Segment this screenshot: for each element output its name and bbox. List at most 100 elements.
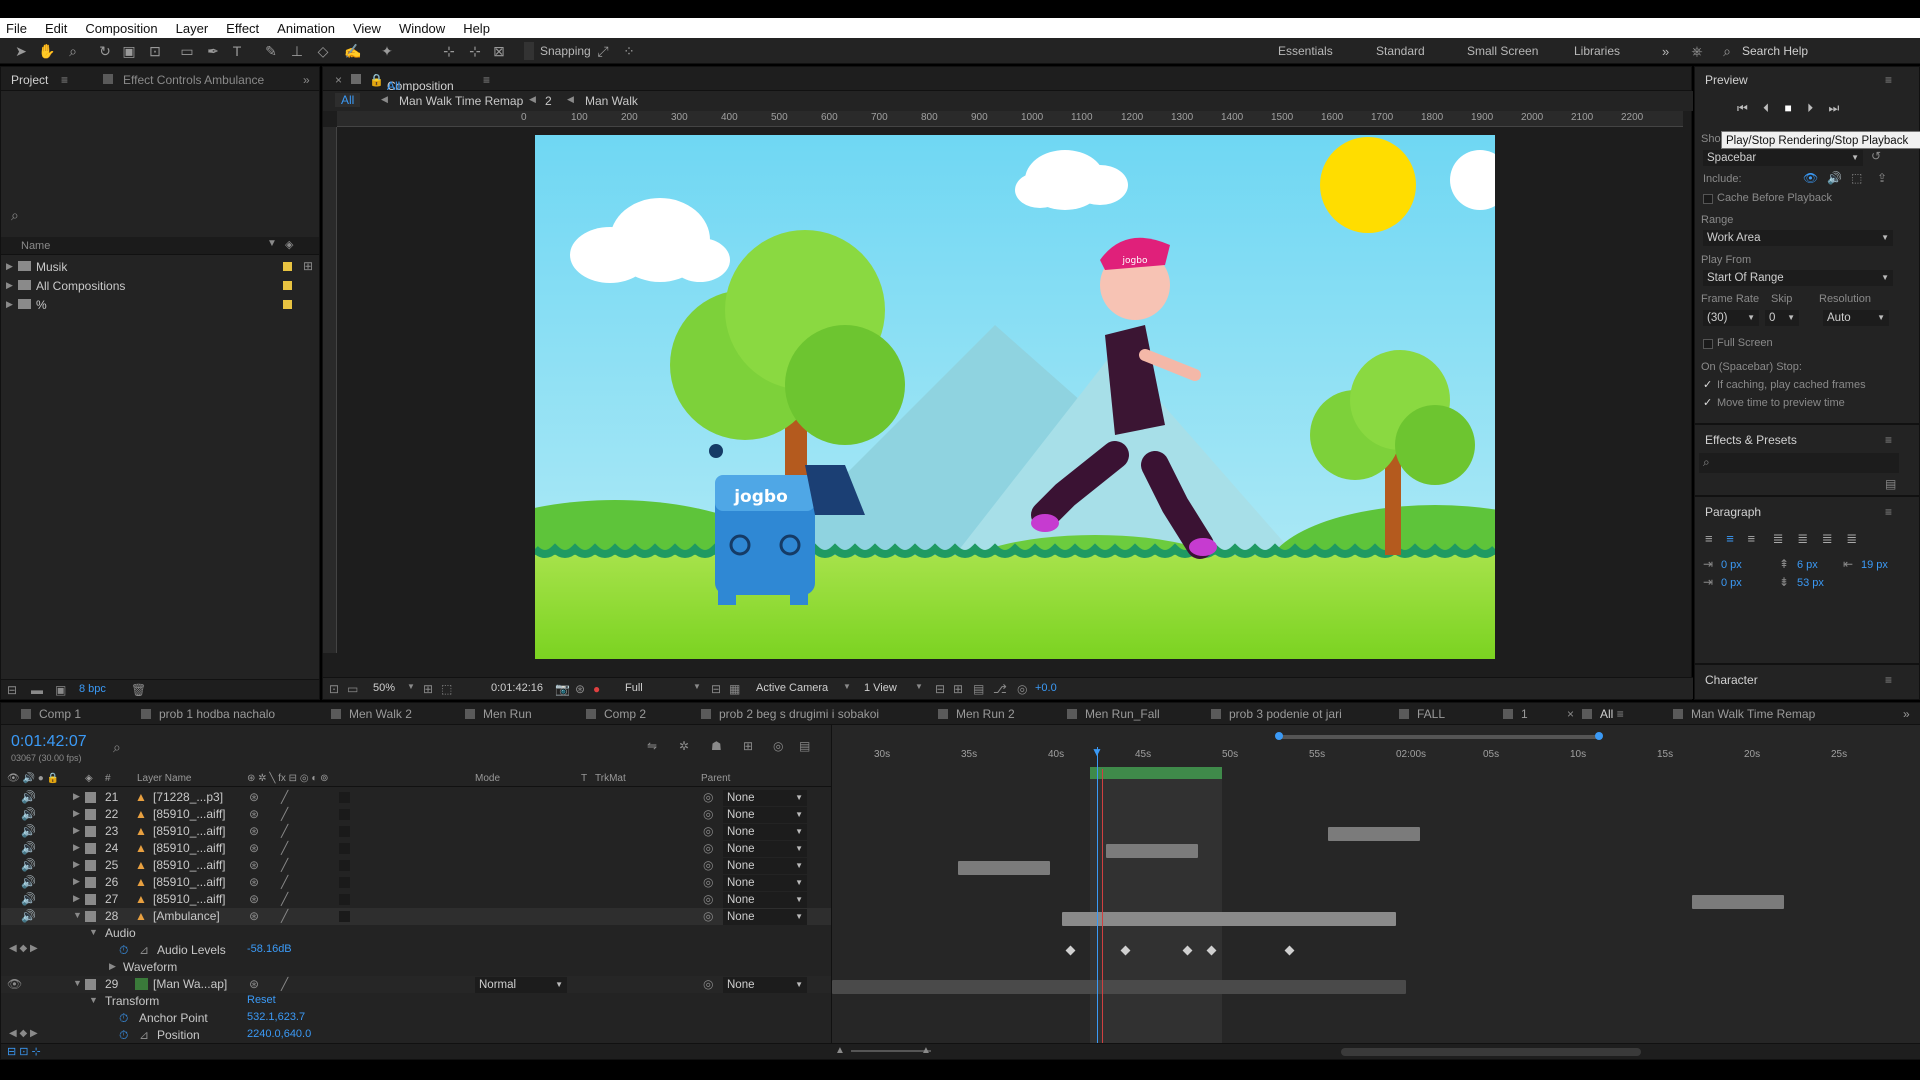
timeline-timecode[interactable]: 0:01:42:07	[11, 733, 87, 751]
type-tool-icon[interactable]: T	[228, 42, 246, 60]
workspace-small-screen[interactable]: Small Screen	[1467, 44, 1538, 58]
range-dropdown[interactable]: Work Area	[1703, 230, 1893, 246]
panel-menu-icon[interactable]: ≡	[1885, 73, 1892, 87]
trash-icon[interactable]: 🗑	[131, 683, 146, 697]
collapse-icon[interactable]: ▼	[89, 995, 98, 1005]
layer-clip-28[interactable]	[1062, 912, 1396, 926]
adjustment-switch[interactable]	[339, 894, 350, 905]
justify-left-icon[interactable]: ≣	[1773, 531, 1784, 546]
quality-switch-icon[interactable]: ╱	[281, 807, 288, 821]
layer-clip-22[interactable]	[1328, 827, 1420, 841]
layer-clip-26[interactable]	[1692, 895, 1784, 909]
collapse-icon[interactable]: ▼	[73, 978, 82, 988]
sort-icon[interactable]: ▼	[267, 238, 277, 249]
effects-search-input[interactable]: ⌕	[1699, 453, 1899, 473]
graph-editor-icon[interactable]: ▤	[799, 739, 810, 753]
menu-help[interactable]: Help	[463, 21, 490, 36]
new-composition-icon[interactable]: ▣	[55, 683, 66, 697]
parent-dropdown[interactable]: None	[723, 841, 807, 857]
axis-view-icon[interactable]: ⊠	[490, 42, 508, 60]
close-tab-icon[interactable]: ×	[335, 73, 342, 87]
view-layout-dropdown[interactable]: 1 View	[864, 682, 897, 694]
parent-dropdown[interactable]: None	[723, 909, 807, 925]
pickwhip-icon[interactable]: ◎	[703, 892, 713, 906]
layer-name[interactable]: [85910_...aiff]	[153, 875, 226, 889]
color-channels-icon[interactable]: ●	[593, 682, 600, 696]
adjustment-switch[interactable]	[339, 809, 350, 820]
audio-toggle-icon[interactable]: 🔊	[21, 807, 36, 821]
expand-icon[interactable]: ▶	[109, 961, 116, 972]
motion-blur-icon[interactable]: ◎	[773, 739, 783, 753]
keyframe-nav-icon[interactable]: ◀ ◆ ▶	[9, 943, 38, 954]
audio-levels-value[interactable]: -58.16dB	[247, 943, 292, 955]
region-of-interest-icon[interactable]: ⬚	[441, 682, 452, 696]
adjustment-switch[interactable]	[339, 826, 350, 837]
collapse-icon[interactable]: ▼	[89, 927, 98, 937]
camera-tool-icon[interactable]: ▣	[120, 42, 138, 60]
justify-right-icon[interactable]: ≣	[1822, 531, 1833, 546]
keyframe-nav-icon[interactable]: ◀ ◆ ▶	[9, 1028, 38, 1039]
menu-window[interactable]: Window	[399, 21, 445, 36]
parent-dropdown[interactable]: None	[723, 977, 807, 993]
label-color-icon[interactable]	[85, 843, 96, 854]
quality-switch-icon[interactable]: ╱	[281, 858, 288, 872]
sync-settings-icon[interactable]: ⎈	[1688, 42, 1706, 60]
stopwatch-icon[interactable]: ⏱	[119, 943, 128, 958]
menu-composition[interactable]: Composition	[85, 21, 157, 36]
pickwhip-icon[interactable]: ◎	[703, 841, 713, 855]
timeline-tab-active[interactable]: × All ≡	[1567, 703, 1624, 725]
keyframe[interactable]	[1284, 945, 1295, 956]
project-search-icon[interactable]: ⌕	[11, 207, 19, 224]
time-ruler[interactable]: 30s 35s 40s 45s 50s 55s 02:00s 05s 10s 15s 20s 25s	[832, 747, 1902, 769]
expand-icon[interactable]: ▶	[73, 825, 80, 836]
resolution-dropdown[interactable]: Full	[625, 682, 643, 694]
brush-tool-icon[interactable]: ✎	[262, 42, 280, 60]
reset-exposure-icon[interactable]: ◎	[1017, 682, 1027, 696]
project-item-percent[interactable]: ▶ %	[1, 297, 319, 314]
rectangle-tool-icon[interactable]: ▭	[178, 42, 196, 60]
cache-before-checkbox[interactable]	[1703, 194, 1713, 204]
audio-toggle-icon[interactable]: 🔊	[21, 841, 36, 855]
menu-file[interactable]: File	[6, 21, 27, 36]
include-video-icon[interactable]: 👁	[1803, 171, 1818, 185]
audio-toggle-icon[interactable]: 🔊	[21, 824, 36, 838]
hand-tool-icon[interactable]: ✋	[38, 42, 56, 60]
timeline-tab[interactable]: Men Run_Fall	[1067, 703, 1160, 725]
expand-icon[interactable]: ▶	[73, 808, 80, 819]
expand-icon[interactable]: ▶	[6, 299, 13, 310]
timeline-tab[interactable]: 1	[1503, 703, 1528, 725]
workspace-libraries[interactable]: Libraries	[1574, 44, 1620, 58]
label-color-icon[interactable]	[85, 809, 96, 820]
col-parent[interactable]: Parent	[701, 773, 730, 784]
expand-icon[interactable]: ▶	[73, 893, 80, 904]
timeline-overflow-icon[interactable]: »	[1903, 703, 1910, 725]
timeline-tab[interactable]: Man Walk Time Remap	[1673, 703, 1815, 725]
comp-mini-flowchart-icon[interactable]: ⇋	[647, 739, 657, 753]
layer-row[interactable]: 🔊 ▶ 23 ▲ [85910_...aiff] ⊛ ╱ ◎ None	[1, 823, 831, 840]
justify-all-icon[interactable]: ≣	[1846, 531, 1857, 546]
camera-arrow-icon[interactable]: ▼	[843, 682, 851, 691]
audio-toggle-icon[interactable]: 🔊	[21, 875, 36, 889]
snap-options-icon[interactable]: ⁘	[620, 42, 638, 60]
playhead-icon[interactable]: ▼	[1091, 745, 1103, 759]
toggle-display-icon[interactable]: ▭	[347, 682, 358, 696]
timeline-graph[interactable]: 30s 35s 40s 45s 50s 55s 02:00s 05s 10s 15s 20s 25s …	[831, 725, 1920, 1043]
indent-right-value[interactable]: 19 px	[1861, 559, 1888, 571]
timeline-tab[interactable]: FALL	[1399, 703, 1445, 725]
new-preset-icon[interactable]: ▤	[1885, 477, 1896, 491]
layer-row[interactable]: 🔊 ▼ 28 ▲ [Ambulance] ⊛ ╱ ◎ None	[1, 908, 831, 925]
resolution-arrow-icon[interactable]: ▼	[693, 682, 701, 691]
layer-name[interactable]: [85910_...aiff]	[153, 841, 226, 855]
rotate-tool-icon[interactable]: ↻	[96, 42, 114, 60]
align-center-icon[interactable]: ≡	[1726, 531, 1734, 546]
quality-switch-icon[interactable]: ╱	[281, 790, 288, 804]
panel-menu-icon[interactable]: ≡	[1885, 433, 1892, 447]
pickwhip-icon[interactable]: ◎	[703, 807, 713, 821]
adjustment-switch[interactable]	[339, 860, 350, 871]
play-from-dropdown[interactable]: Start Of Range	[1703, 270, 1893, 286]
justify-center-icon[interactable]: ≣	[1797, 531, 1808, 546]
breadcrumb-all[interactable]: All	[335, 93, 361, 107]
snapping-icon[interactable]: ⤢	[594, 42, 612, 60]
include-overlays-icon[interactable]: ⬚	[1851, 171, 1862, 185]
axis-world-icon[interactable]: ⊹	[466, 42, 484, 60]
